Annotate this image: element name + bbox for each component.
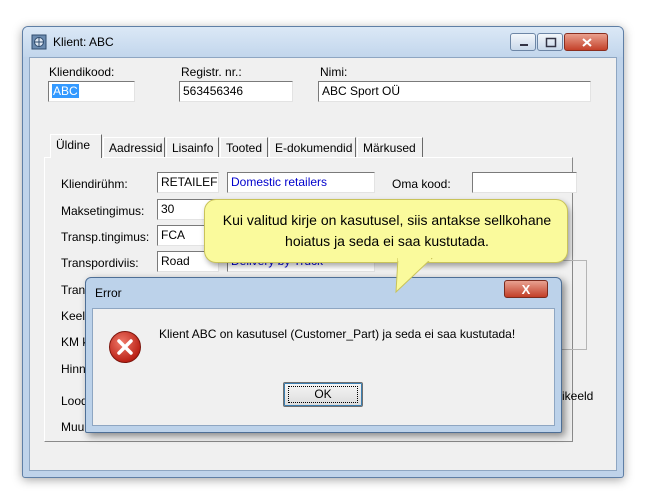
client-code-label: Kliendikood:	[49, 65, 115, 79]
tab-products[interactable]: Tooted	[220, 137, 268, 157]
payment-terms-label: Maksetingimus:	[61, 204, 145, 218]
customer-group-desc: Domestic retailers	[227, 172, 375, 193]
error-message: Klient ABC on kasutusel (Customer_Part) …	[159, 327, 516, 341]
customer-group-code-field[interactable]: RETAILEF	[157, 172, 219, 193]
close-button[interactable]	[564, 33, 608, 51]
ok-button[interactable]: OK	[283, 382, 363, 407]
tab-notes[interactable]: Märkused	[357, 137, 423, 157]
customer-group-label: Kliendirühm:	[61, 177, 128, 191]
partial-label-modified: Muu	[61, 420, 85, 434]
tab-e-documents[interactable]: E-dokumendid	[269, 137, 356, 157]
client-code-value: ABC	[52, 84, 79, 98]
partial-label-transport: Tran	[61, 283, 86, 297]
own-code-field[interactable]	[472, 172, 577, 193]
error-x-icon	[109, 331, 141, 363]
own-code-label: Oma kood:	[392, 177, 451, 191]
partial-label-created: Lood	[61, 394, 88, 408]
error-close-button[interactable]: X	[504, 280, 548, 298]
partial-label-language: Keel	[61, 309, 86, 323]
maximize-icon	[545, 37, 557, 48]
error-dialog-body: Klient ABC on kasutusel (Customer_Part) …	[92, 308, 555, 426]
client-code-field[interactable]: ABC	[48, 81, 135, 102]
app-icon	[31, 34, 47, 50]
error-dialog: Error X Klient ABC on kasutusel (Custome…	[85, 277, 562, 433]
minimize-button[interactable]	[510, 33, 536, 51]
name-label: Nimi:	[320, 65, 348, 79]
name-field[interactable]: ABC Sport OÜ	[318, 81, 591, 102]
error-dialog-title: Error	[95, 286, 122, 300]
tab-extra-info[interactable]: Lisainfo	[166, 137, 219, 157]
reg-number-label: Registr. nr.:	[181, 65, 242, 79]
close-icon	[582, 38, 592, 47]
partial-label-right: ikeeld	[562, 389, 594, 403]
focus-rect	[288, 386, 358, 403]
balloon-tail	[395, 258, 433, 294]
maximize-button[interactable]	[537, 33, 563, 51]
close-icon: X	[521, 282, 531, 297]
partial-label-price: Hinn	[61, 362, 86, 376]
window-title: Klient: ABC	[53, 35, 114, 49]
tab-general[interactable]: Üldine	[50, 134, 102, 158]
tab-addresses[interactable]: Aadressid	[103, 137, 165, 157]
transport-mode-label: Transpordiviis:	[61, 256, 139, 270]
balloon-text: Kui valitud kirje on kasutusel, siis ant…	[222, 212, 552, 249]
title-bar[interactable]: Klient: ABC	[23, 27, 623, 57]
minimize-icon	[520, 44, 528, 46]
info-balloon: Kui valitud kirje on kasutusel, siis ant…	[204, 199, 568, 263]
transport-terms-label: Transp.tingimus:	[61, 230, 150, 244]
reg-number-field[interactable]: 563456346	[179, 81, 293, 102]
